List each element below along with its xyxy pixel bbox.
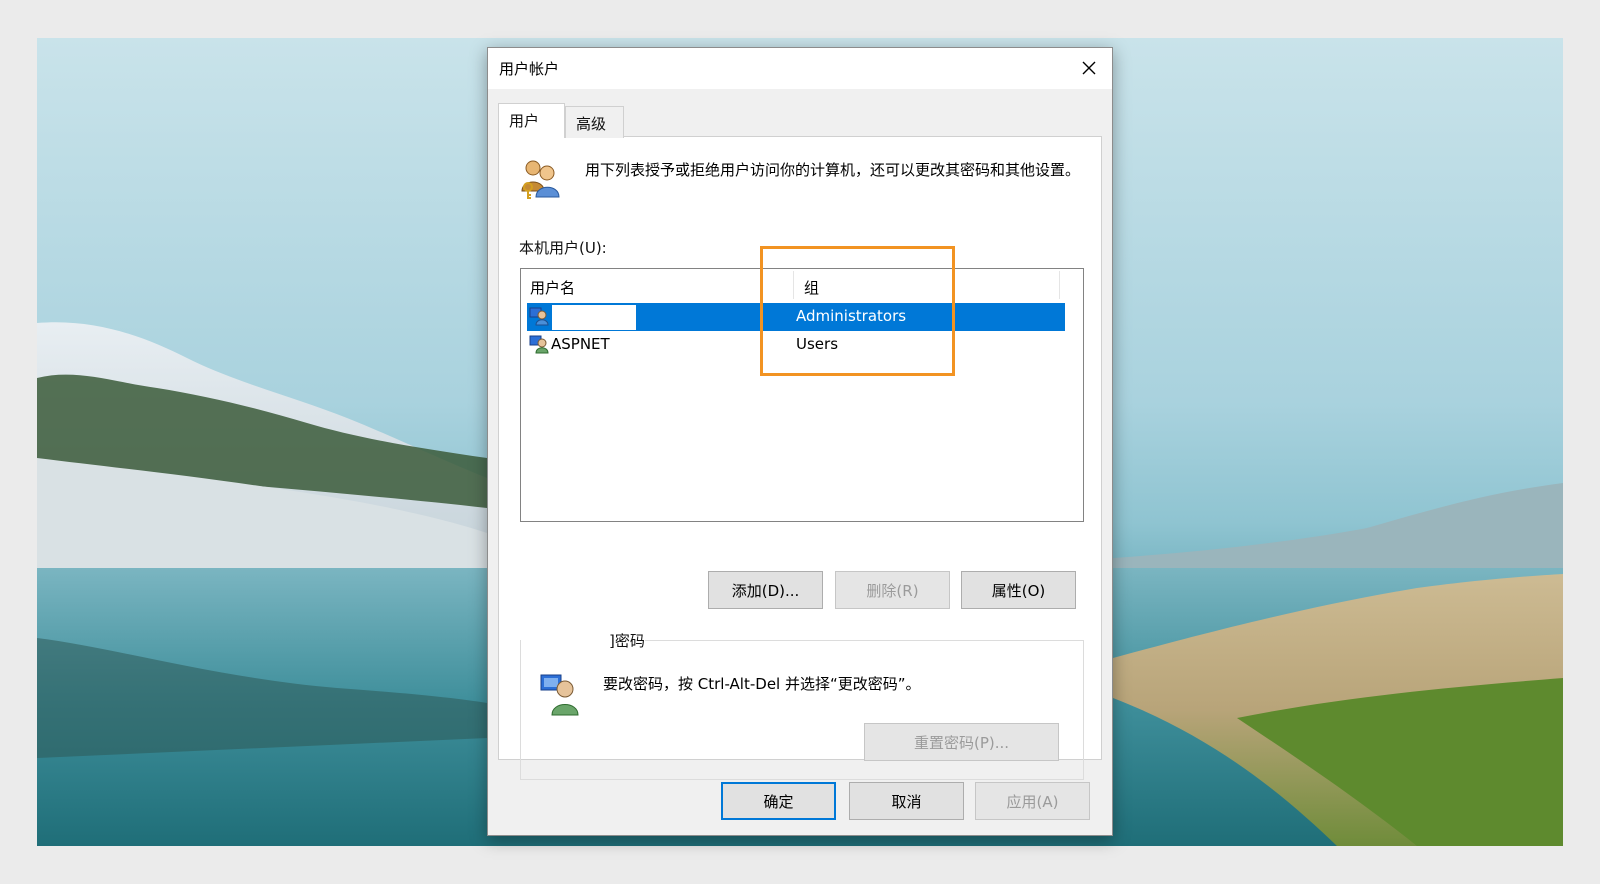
password-group-legend: ]密码 <box>521 627 645 653</box>
ok-button[interactable]: 确定 <box>721 782 836 820</box>
password-legend-text: ]密码 <box>609 632 645 650</box>
close-icon <box>1082 61 1096 75</box>
password-user-icon <box>540 674 579 716</box>
row-group: Administrators <box>796 307 907 325</box>
remove-button[interactable]: 删除(R) <box>835 571 950 609</box>
user-list[interactable]: 用户名 组 Administrators ASPNET Users <box>520 268 1084 522</box>
tab-users-label: 用户 <box>509 112 540 130</box>
column-header-group[interactable]: 组 <box>804 277 819 298</box>
tab-users[interactable]: 用户 <box>498 103 565 138</box>
column-separator[interactable] <box>793 271 794 299</box>
apply-button[interactable]: 应用(A) <box>975 782 1090 820</box>
window-title: 用户帐户 <box>499 60 560 78</box>
column-header-username[interactable]: 用户名 <box>530 277 575 298</box>
password-groupbox: ]密码 要改密码，按 Ctrl-Alt-Del 并选择“更改密码”。 重置密码(… <box>520 627 1084 780</box>
title-bar[interactable]: 用户帐户 <box>488 48 1112 89</box>
intro-text: 用下列表授予或拒绝用户访问你的计算机，还可以更改其密码和其他设置。 <box>585 161 1081 179</box>
change-password-hint: 要改密码，按 Ctrl-Alt-Del 并选择“更改密码”。 <box>603 675 921 693</box>
table-row[interactable]: Administrators <box>527 303 1065 331</box>
user-icon <box>529 307 549 326</box>
redacted-username <box>552 305 636 330</box>
row-group: Users <box>796 335 839 353</box>
close-button[interactable] <box>1072 52 1106 84</box>
reset-password-button[interactable]: 重置密码(P)... <box>864 723 1059 761</box>
users-icon <box>521 160 560 199</box>
tab-advanced[interactable]: 高级 <box>565 106 624 138</box>
properties-button[interactable]: 属性(O) <box>961 571 1076 609</box>
cancel-button[interactable]: 取消 <box>849 782 964 820</box>
row-username: ASPNET <box>551 335 610 353</box>
add-button[interactable]: 添加(D)... <box>708 571 823 609</box>
table-row[interactable]: ASPNET Users <box>527 331 1065 359</box>
user-icon <box>529 335 549 354</box>
user-accounts-dialog: 用户帐户 用户 高级 用下列表授予或拒绝用户访问你的计算机，还可以更改其密码和其… <box>487 47 1113 836</box>
tab-advanced-label: 高级 <box>576 115 607 133</box>
column-separator[interactable] <box>1059 271 1060 299</box>
users-tab-panel: 用下列表授予或拒绝用户访问你的计算机，还可以更改其密码和其他设置。 本机用户(U… <box>498 136 1102 780</box>
local-users-label: 本机用户(U): <box>519 239 607 257</box>
